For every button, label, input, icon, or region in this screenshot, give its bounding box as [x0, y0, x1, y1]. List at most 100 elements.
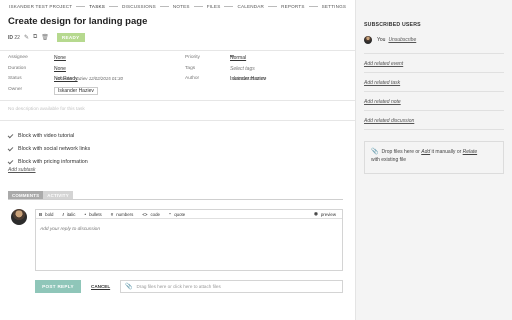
bold-icon: B [39, 211, 43, 217]
divider [0, 100, 355, 101]
unsubscribe-link[interactable]: Unsubscribe [388, 37, 416, 43]
nav-separator [193, 6, 203, 7]
duration-value[interactable]: None [54, 66, 66, 72]
nav-settings[interactable]: SETTINGS [321, 4, 348, 9]
task-meta-row: ID 22 ✎ ⧉ 🗑 READY [8, 33, 85, 42]
nav-project[interactable]: ISKANDER TEST PROJECT [8, 4, 73, 9]
nav-notes[interactable]: NOTES [172, 4, 191, 9]
nav-reports[interactable]: REPORTS [280, 4, 306, 9]
prop-row: Duration None Tags Select tags [8, 66, 348, 77]
subtask-item[interactable]: Block with video tutorial [7, 129, 90, 142]
code-icon: <> [142, 211, 148, 217]
quote-icon: “ [168, 211, 172, 217]
add-related-discussion-link[interactable]: Add related discussion [364, 118, 414, 124]
main-panel: ISKANDER TEST PROJECT TASKS DISCUSSIONS … [0, 0, 355, 320]
add-related-task-link[interactable]: Add related task [364, 80, 400, 86]
nav-discussions[interactable]: DISCUSSIONS [121, 4, 157, 9]
preview-button[interactable]: ◉ preview [314, 211, 336, 217]
subtask-label: Block with social network links [18, 145, 91, 152]
assignee-value[interactable]: None [54, 55, 66, 61]
drop-text-after: with existing file [371, 157, 407, 163]
owner-label: Owner [8, 86, 23, 92]
user-name: You [377, 37, 386, 43]
status-badge[interactable]: READY [56, 33, 85, 42]
owner-value[interactable]: Iskander Haziev [54, 86, 98, 95]
tags-label: Tags [185, 65, 196, 71]
author-meta: 12/02/2015 01:30 [232, 76, 267, 81]
assignee-label: Assignee [8, 55, 28, 60]
check-icon[interactable] [7, 145, 14, 151]
divider [0, 120, 355, 121]
task-title[interactable]: Create design for landing page [8, 16, 147, 27]
bullets-label: bullets [89, 211, 102, 217]
description-placeholder[interactable]: No description available for this task [8, 107, 85, 112]
nav-separator [308, 6, 318, 7]
italic-label: italic [66, 211, 76, 217]
drop-text-before: Drop files here or [381, 149, 420, 155]
task-id-label: ID [8, 34, 13, 41]
subscribed-users-title: SUBSCRIBED USERS [364, 22, 421, 28]
duration-label: Duration [8, 65, 27, 71]
copy-icon[interactable]: ⧉ [33, 34, 37, 41]
sidebar: SUBSCRIBED USERS You Unsubscribe Add rel… [355, 0, 512, 320]
prop-row: Assignee None Priority Normal [8, 55, 348, 66]
author-label: Author [185, 76, 200, 81]
code-label: code [150, 211, 160, 217]
subtask-list: Block with video tutorial Block with soc… [7, 129, 91, 168]
paperclip-icon: 📎 [125, 284, 133, 290]
nav-files[interactable]: FILES [206, 4, 222, 9]
add-file-link[interactable]: Add [421, 149, 430, 155]
numbers-button[interactable]: # numbers [111, 212, 134, 217]
bold-button[interactable]: Bbold [39, 212, 53, 217]
drop-text-middle: it manually or [431, 149, 462, 155]
paperclip-icon: 📎 [371, 149, 379, 155]
code-button[interactable]: <> code [142, 212, 160, 217]
divider [0, 50, 355, 51]
nav-separator [224, 6, 234, 7]
check-icon[interactable] [7, 132, 14, 138]
numbered-list-icon: # [110, 211, 114, 217]
bullet-list-icon: • [84, 211, 87, 217]
subtask-item[interactable]: Block with social network links [7, 142, 91, 155]
post-reply-button[interactable]: POST REPLY [35, 280, 81, 293]
divider [364, 91, 504, 92]
bold-label: bold [45, 211, 54, 217]
top-navigation: ISKANDER TEST PROJECT TASKS DISCUSSIONS … [8, 4, 347, 9]
numbers-label: numbers [116, 211, 134, 217]
nav-tasks[interactable]: TASKS [88, 4, 106, 9]
nav-calendar[interactable]: CALENDAR [236, 4, 265, 9]
sidebar-dropzone[interactable]: 📎 Drop files here or Add it manually or R… [364, 141, 504, 174]
prop-row: Status Not Ready Iskander Haziev 12/02/20… [8, 76, 348, 87]
add-related-note-link[interactable]: Add related note [364, 99, 401, 105]
italic-button[interactable]: Iitalic [62, 212, 75, 217]
nav-separator [109, 6, 118, 7]
trash-icon[interactable]: 🗑 [41, 34, 49, 41]
italic-icon: I [62, 211, 64, 217]
divider [364, 72, 504, 73]
reply-input[interactable]: Add your reply to discussion [36, 219, 342, 240]
add-related-event-link[interactable]: Add related event [364, 61, 403, 67]
divider [364, 129, 504, 130]
subtask-label: Block with pricing information [18, 158, 88, 165]
quote-label: quote [174, 211, 186, 217]
attach-files-dropzone[interactable]: 📎 Drag files here or click here to attac… [120, 280, 343, 293]
preview-label: preview [320, 211, 336, 217]
prop-row: Owner Iskander Haziev [8, 86, 348, 98]
check-icon[interactable] [7, 158, 14, 164]
relate-file-link[interactable]: Relate [463, 149, 477, 155]
status-meta: Iskander Haziev 12/02/2015 01:30 [56, 76, 123, 81]
bullets-button[interactable]: • bullets [85, 212, 102, 217]
task-properties: Assignee None Priority Normal Duration N… [8, 55, 348, 97]
tags-value[interactable]: Select tags [230, 66, 255, 72]
nav-separator [76, 6, 86, 7]
task-id-value: 22 [14, 34, 20, 41]
eye-icon: ◉ [314, 211, 318, 216]
task-id: ID 22 [8, 35, 20, 41]
divider [364, 53, 504, 54]
attach-placeholder: Drag files here or click here to attach … [136, 284, 221, 289]
edit-icon[interactable]: ✎ [24, 34, 29, 41]
cancel-button[interactable]: CANCEL [91, 284, 110, 289]
editor-toolbar: Bbold Iitalic • bullets # numbers <> code “… [36, 210, 342, 219]
quote-button[interactable]: “quote [169, 212, 185, 217]
add-subtask-link[interactable]: Add subtask [8, 167, 36, 173]
